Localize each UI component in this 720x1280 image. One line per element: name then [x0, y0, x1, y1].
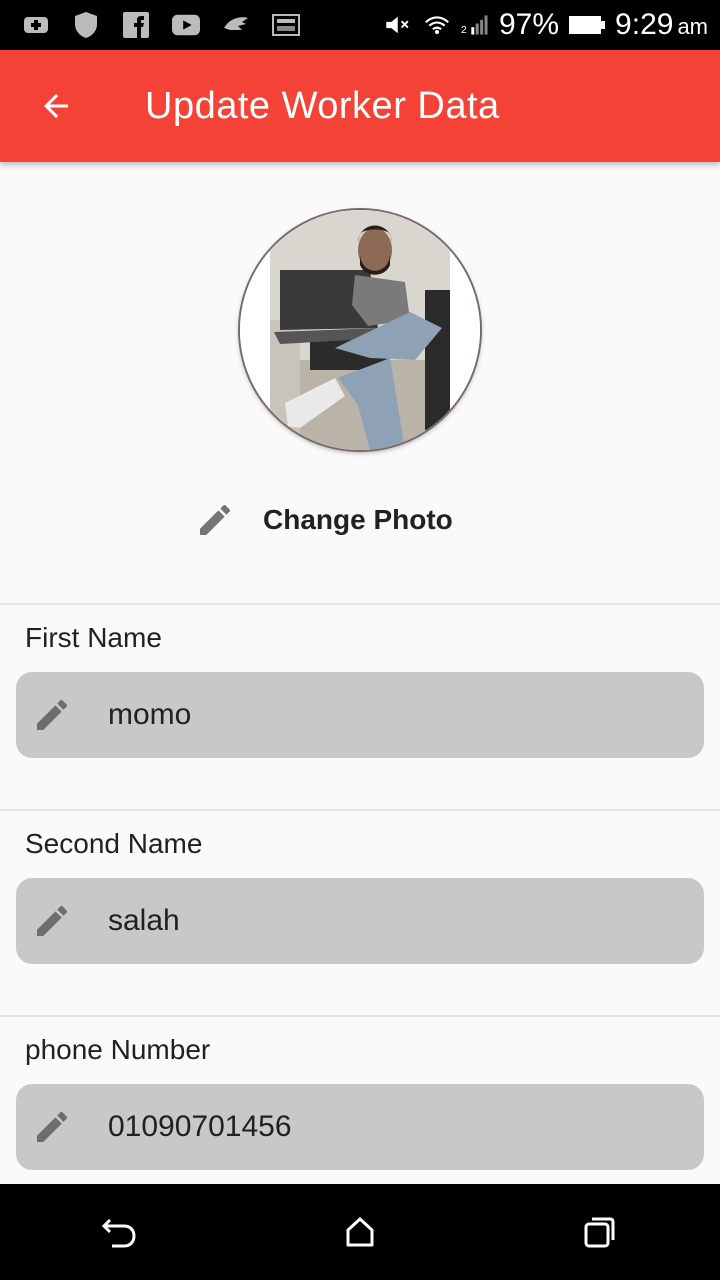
- clock-time: 9:29: [615, 8, 674, 41]
- clock-ampm: am: [677, 14, 708, 39]
- pencil-icon: [190, 495, 240, 545]
- pencil-icon: [30, 693, 74, 737]
- divider: [0, 1015, 720, 1017]
- shield-icon: [72, 11, 100, 39]
- image-icon: [272, 11, 300, 39]
- avatar[interactable]: [240, 210, 480, 450]
- change-photo-label: Change Photo: [263, 504, 453, 535]
- mute-icon: [385, 11, 413, 39]
- app-icon: [222, 11, 250, 39]
- first-name-field[interactable]: momo: [16, 672, 704, 758]
- recents-icon[interactable]: [560, 1192, 640, 1272]
- pencil-icon: [30, 1105, 74, 1149]
- change-photo-button[interactable]: Change Photo: [190, 495, 453, 545]
- battery-percent: 97%: [499, 8, 560, 41]
- wifi-icon: [423, 11, 451, 39]
- svg-text:2: 2: [461, 25, 467, 36]
- arrow-back-icon: [44, 94, 68, 118]
- phone-number-label: phone Number: [25, 1034, 211, 1065]
- app-bar: Update Worker Data: [0, 50, 720, 162]
- youtube-icon: [172, 11, 200, 39]
- back-nav-icon[interactable]: [80, 1192, 160, 1272]
- divider: [0, 603, 720, 605]
- pencil-icon: [30, 899, 74, 943]
- facebook-icon: [122, 11, 150, 39]
- page-title: Update Worker Data: [145, 84, 500, 127]
- phone-number-value: 01090701456: [108, 1110, 292, 1143]
- divider: [0, 809, 720, 811]
- first-name-label: First Name: [25, 622, 162, 653]
- first-name-value: momo: [108, 698, 192, 731]
- signal-icon: 2: [461, 11, 489, 39]
- second-name-value: salah: [108, 904, 180, 937]
- second-name-field[interactable]: salah: [16, 878, 704, 964]
- phone-number-field[interactable]: 01090701456: [16, 1084, 704, 1170]
- battery-icon: [569, 11, 606, 39]
- status-bar: 2 97% 9:29 am: [0, 0, 720, 50]
- home-icon[interactable]: [320, 1192, 400, 1272]
- second-name-label: Second Name: [25, 828, 203, 859]
- add-box-icon: [22, 11, 50, 39]
- navigation-bar: [0, 1184, 720, 1280]
- back-button[interactable]: [28, 78, 84, 134]
